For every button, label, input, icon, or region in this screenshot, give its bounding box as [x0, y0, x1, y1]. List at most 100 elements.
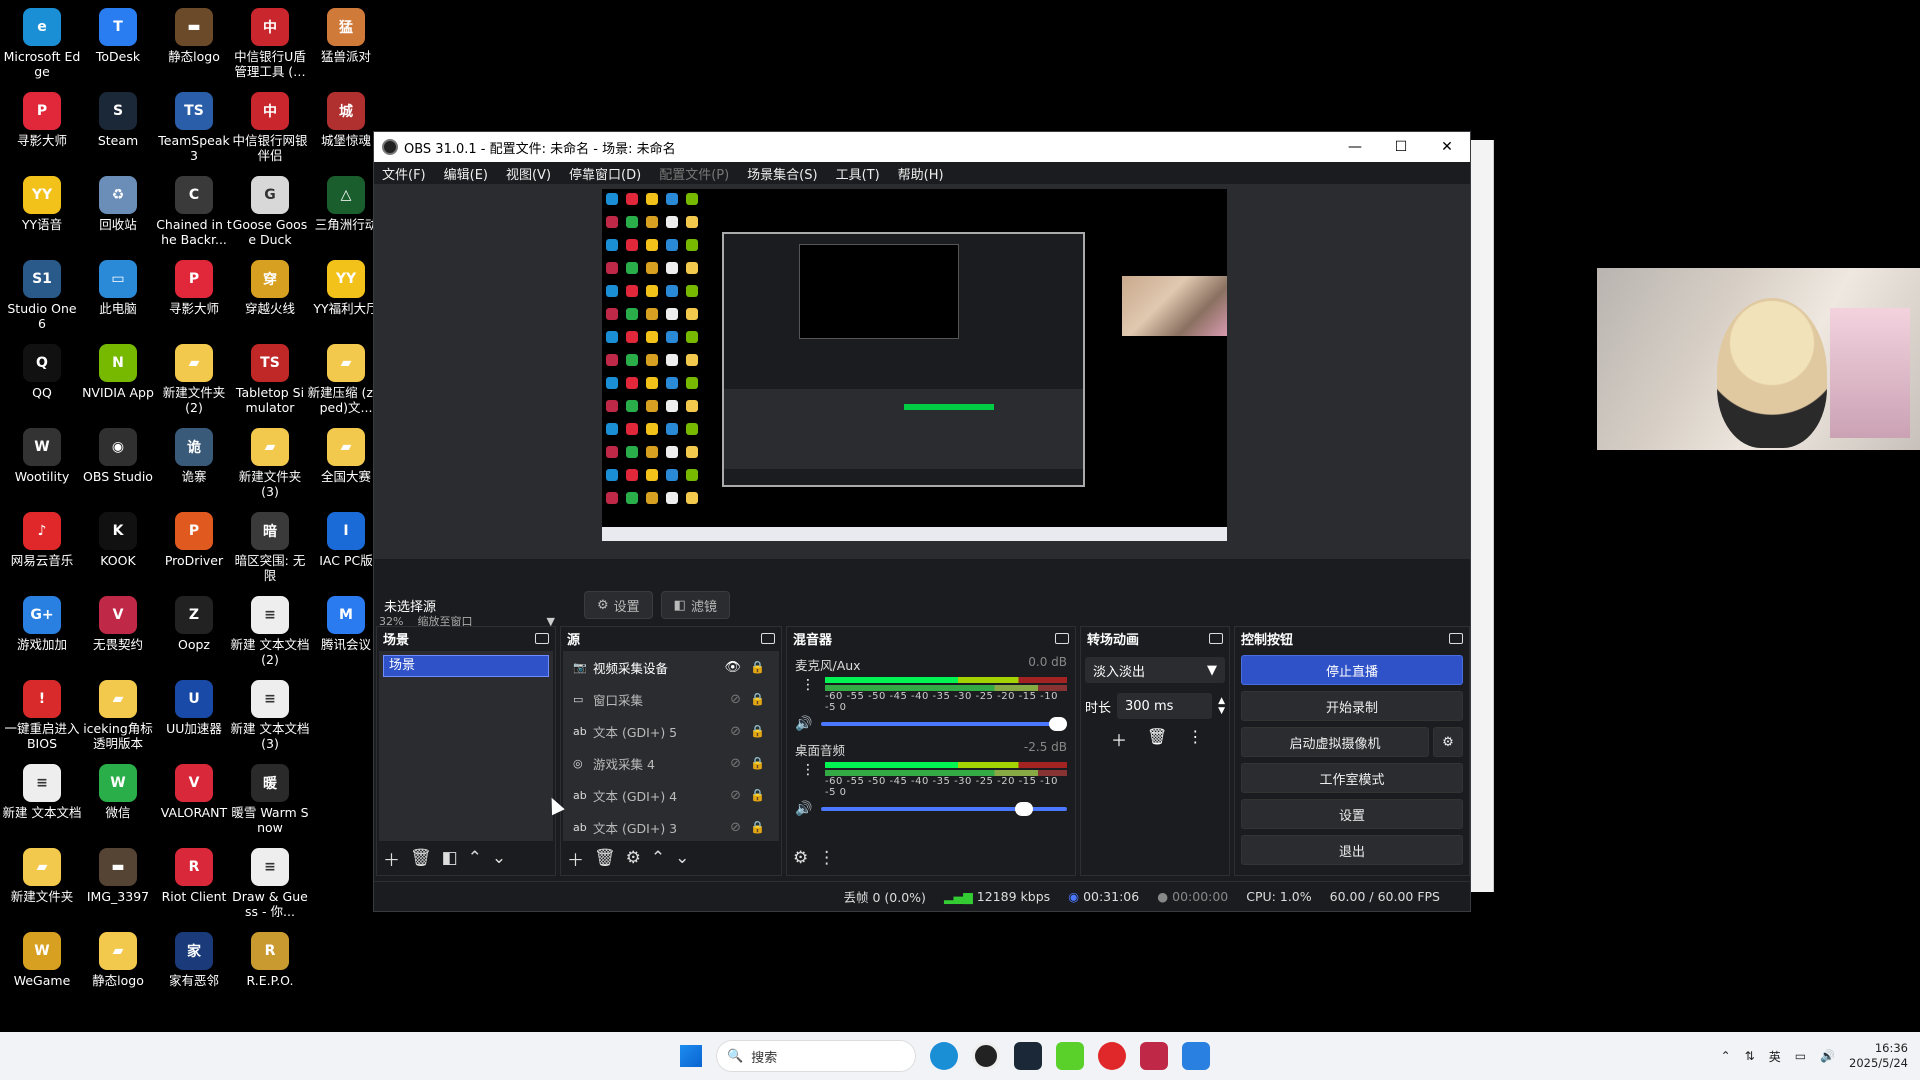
scene-filters-button[interactable]: ◧ [442, 848, 458, 868]
undock-icon[interactable] [1209, 632, 1223, 644]
menu-item[interactable]: 文件(F) [382, 164, 426, 183]
taskbar-kook-icon[interactable] [1056, 1042, 1084, 1070]
menu-item[interactable]: 工具(T) [836, 164, 880, 183]
add-transition-button[interactable]: ＋ [1111, 727, 1127, 751]
desktop-icon[interactable]: W WeGame [0, 926, 84, 1010]
lock-icon[interactable]: 🔒 [750, 756, 765, 770]
menu-item[interactable]: 场景集合(S) [747, 164, 817, 183]
undock-icon[interactable] [1449, 632, 1463, 644]
desktop-icon[interactable]: 中中信银行U盾管理工具 (… [228, 2, 312, 86]
volume-slider[interactable] [821, 717, 1067, 731]
lock-icon[interactable]: 🔒 [750, 724, 765, 738]
desktop-icon[interactable]: ▰ iceking角标透明版本 [76, 674, 160, 758]
eye-off-icon[interactable]: ⊘ [730, 788, 741, 803]
desktop-icon[interactable]: 中中信银行网银伴侣 [228, 86, 312, 170]
desktop-icon[interactable]: ▬ 静态logo [152, 2, 236, 86]
desktop-icon[interactable]: ▰ 新建文件夹 (3) [228, 422, 312, 506]
source-item[interactable]: ab 文本 (GDI+) 3 ⊘ 🔒 [563, 811, 779, 843]
remove-transition-button[interactable]: 🗑 [1147, 727, 1167, 751]
desktop-icon[interactable]: G+ 游戏加加 [0, 590, 84, 674]
minimize-button[interactable]: — [1332, 132, 1378, 162]
desktop-icon[interactable]: T ToDesk [76, 2, 160, 86]
settings-button[interactable]: 设置 [1241, 799, 1463, 829]
menu-item[interactable]: 配置文件(P) [659, 164, 729, 183]
desktop-icon[interactable]: e Microsoft Edge [0, 2, 84, 86]
desktop-icon[interactable]: ▰ 新建文件夹 [0, 842, 84, 926]
desktop-icon[interactable]: S Steam [76, 86, 160, 170]
source-item[interactable]: ◎ 游戏采集 4 ⊘ 🔒 [563, 747, 779, 779]
desktop-icon[interactable]: ▰ 静态logo [76, 926, 160, 1010]
speaker-icon[interactable]: 🔊 [795, 801, 821, 817]
desktop-icon[interactable]: ▭ 此电脑 [76, 254, 160, 338]
clock[interactable]: 16:36 2025/5/24 [1849, 1041, 1908, 1071]
desktop-icon[interactable]: V VALORANT [152, 758, 236, 842]
desktop-icon[interactable]: K KOOK [76, 506, 160, 590]
search-box[interactable]: 🔍 搜索 [716, 1040, 916, 1072]
desktop-icon[interactable]: G Goose Goose Duck [228, 170, 312, 254]
source-settings-button[interactable]: ⚙ 设置 [584, 591, 653, 619]
menu-item[interactable]: 帮助(H) [898, 164, 944, 183]
eye-off-icon[interactable]: ⊘ [730, 756, 741, 771]
studio-mode-button[interactable]: 工作室模式 [1241, 763, 1463, 793]
taskbar-gameplus-icon[interactable] [1182, 1042, 1210, 1070]
speaker-icon[interactable]: 🔊 [795, 716, 821, 732]
title-bar[interactable]: OBS 31.0.1 - 配置文件: 未命名 - 场景: 未命名 — ☐ ✕ [374, 132, 1470, 162]
exit-button[interactable]: 退出 [1241, 835, 1463, 865]
taskbar-obs-icon[interactable] [972, 1042, 1000, 1070]
desktop-icon[interactable]: 暗暗区突围: 无限 [228, 506, 312, 590]
more-options-button[interactable]: ⋮ [801, 677, 815, 693]
desktop-icon[interactable]: ▰ 新建文件夹 (2) [152, 338, 236, 422]
desktop-icon[interactable]: P ProDriver [152, 506, 236, 590]
close-button[interactable]: ✕ [1424, 132, 1470, 162]
desktop-icon[interactable]: N NVIDIA App [76, 338, 160, 422]
desktop-icon[interactable]: TS TeamSpeak 3 [152, 86, 236, 170]
desktop-icon[interactable]: ≡ 新建 文本文档 [0, 758, 84, 842]
remove-source-button[interactable]: 🗑 [594, 848, 616, 868]
undock-icon[interactable] [1055, 632, 1069, 644]
network-icon[interactable]: ⇅ [1745, 1049, 1755, 1063]
add-source-button[interactable]: ＋ [567, 846, 584, 871]
desktop-icon[interactable]: Q QQ [0, 338, 84, 422]
source-properties-button[interactable]: ⚙ [626, 848, 641, 868]
taskbar-edge-icon[interactable] [930, 1042, 958, 1070]
desktop-icon[interactable]: ◉ OBS Studio [76, 422, 160, 506]
desktop-icon[interactable]: W Wootility [0, 422, 84, 506]
duration-input[interactable]: 300 ms [1117, 693, 1213, 719]
desktop-icon[interactable]: 暖暖雪 Warm Snow [228, 758, 312, 842]
taskbar-valorant-icon[interactable] [1140, 1042, 1168, 1070]
undock-icon[interactable] [761, 632, 775, 644]
lock-icon[interactable]: 🔒 [750, 692, 765, 706]
desktop-icon[interactable]: R R.E.P.O. [228, 926, 312, 1010]
desktop-icon[interactable]: TS Tabletop Simulator [228, 338, 312, 422]
remove-scene-button[interactable]: 🗑 [410, 848, 432, 868]
add-scene-button[interactable]: ＋ [383, 846, 400, 871]
desktop-icon[interactable]: ▬ IMG_3397 [76, 842, 160, 926]
stop-stream-button[interactable]: 停止直播 [1241, 655, 1463, 685]
stepper-icon[interactable]: ▲ ▼ [1218, 696, 1225, 716]
source-filters-button[interactable]: ◧ 滤镜 [660, 591, 730, 619]
desktop-icon[interactable]: ♪ 网易云音乐 [0, 506, 84, 590]
menu-item[interactable]: 编辑(E) [444, 164, 488, 183]
taskbar-studio-one-icon[interactable] [1014, 1042, 1042, 1070]
eye-off-icon[interactable]: ⊘ [730, 692, 741, 707]
menu-item[interactable]: 停靠窗口(D) [569, 164, 641, 183]
maximize-button[interactable]: ☐ [1378, 132, 1424, 162]
desktop-icon[interactable]: C Chained in the Backr... [152, 170, 236, 254]
desktop-icon[interactable]: V 无畏契约 [76, 590, 160, 674]
desktop-icon[interactable]: R Riot Client [152, 842, 236, 926]
volume-slider[interactable] [821, 802, 1067, 816]
eye-off-icon[interactable]: ⊘ [730, 724, 741, 739]
start-record-button[interactable]: 开始录制 [1241, 691, 1463, 721]
taskbar-netease-music-icon[interactable] [1098, 1042, 1126, 1070]
desktop-icon[interactable]: 家家有恶邻 [152, 926, 236, 1010]
source-item[interactable]: ▭ 窗口采集 ⊘ 🔒 [563, 683, 779, 715]
move-down-button[interactable]: ⌄ [675, 848, 689, 868]
lock-icon[interactable]: 🔒 [750, 788, 765, 802]
desktop-icon[interactable]: ♻ 回收站 [76, 170, 160, 254]
chevron-up-icon[interactable]: ⌃ [1721, 1049, 1731, 1063]
start-button[interactable] [680, 1045, 702, 1067]
slider-knob[interactable] [1049, 717, 1067, 731]
transition-select[interactable]: 淡入淡出 ▼ [1085, 657, 1225, 683]
lock-icon[interactable]: 🔒 [750, 660, 765, 674]
slider-knob[interactable] [1014, 802, 1033, 816]
